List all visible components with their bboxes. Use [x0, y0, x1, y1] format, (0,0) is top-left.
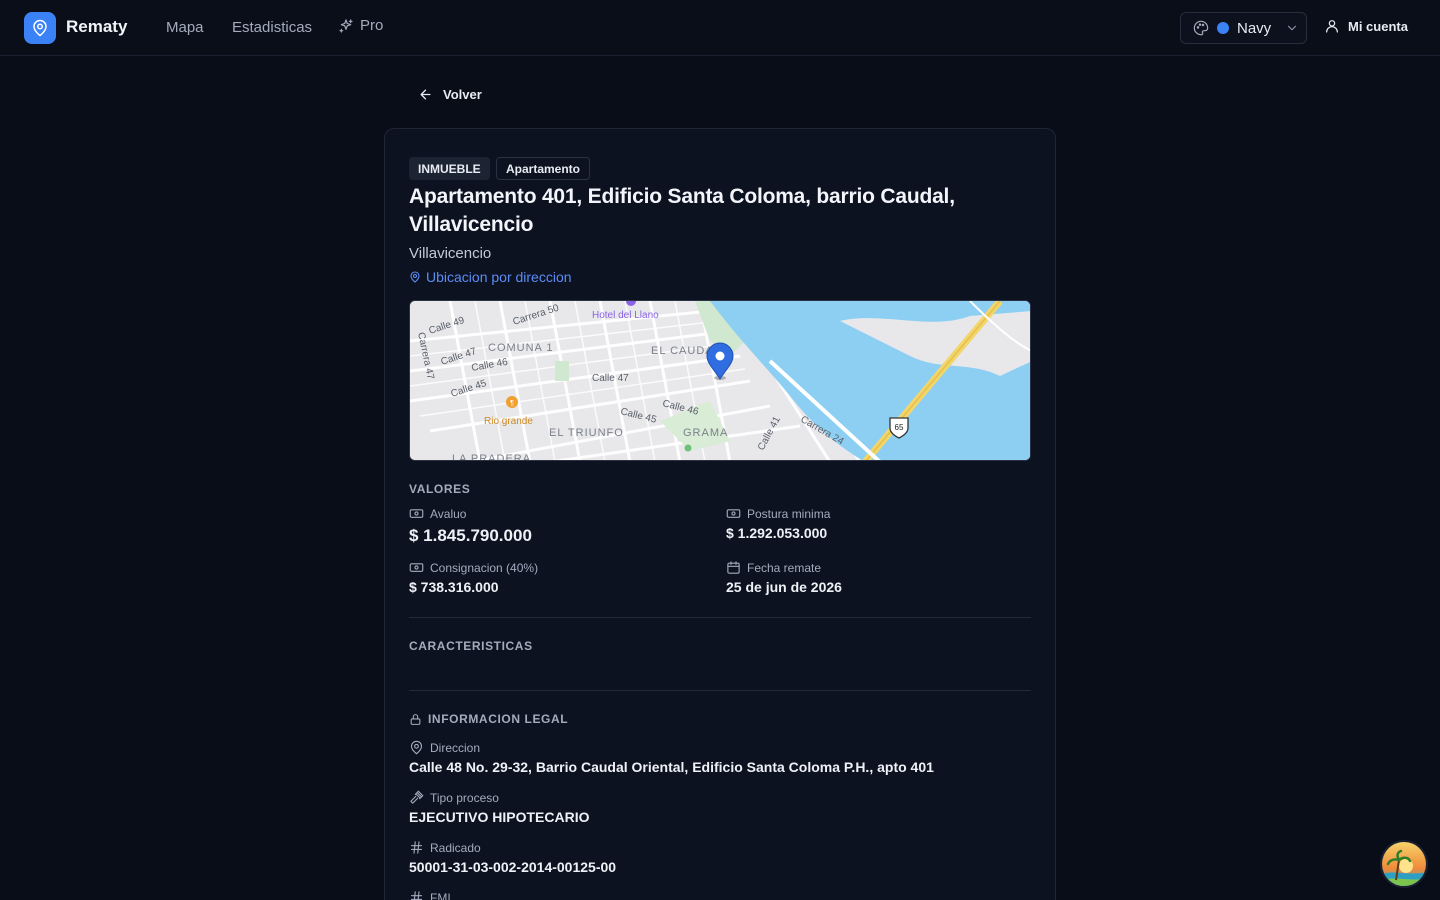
map-label-route: 65 [895, 423, 904, 432]
postura-label: Postura minima [726, 506, 830, 521]
radicado-label: Radicado [409, 840, 481, 855]
map-pin-icon [410, 740, 423, 755]
nav-link-estadisticas[interactable]: Estadisticas [232, 19, 312, 36]
location-link[interactable]: Ubicacion por direccion [409, 269, 572, 285]
badge-category: INMUEBLE [409, 157, 490, 180]
property-city: Villavicencio [409, 245, 492, 262]
calendar-icon [727, 561, 740, 574]
direccion-label: Direccion [409, 740, 480, 755]
property-map[interactable]: 65 ¶ Calle 49 Carrera 50 Carrera 47 Call… [409, 300, 1031, 461]
account-button[interactable]: Mi cuenta [1324, 18, 1408, 34]
beach-avatar-icon [1382, 842, 1426, 886]
theme-selector[interactable]: Navy [1180, 12, 1307, 44]
fecha-label-text: Fecha remate [747, 560, 822, 575]
map-pin-icon [410, 271, 420, 283]
badge-type: Apartamento [496, 157, 591, 180]
svg-text:¶: ¶ [510, 400, 514, 407]
tipo-proceso-value: EJECUTIVO HIPOTECARIO [409, 809, 590, 825]
gavel-icon [410, 790, 424, 804]
location-link-label: Ubicacion por direccion [426, 269, 572, 285]
fmi-label-text: FMI [430, 890, 451, 900]
chevron-down-icon [1288, 25, 1297, 31]
postura-value: $ 1.292.053.000 [726, 525, 828, 541]
caracteristicas-heading: CARACTERISTICAS [409, 639, 533, 653]
map-canvas[interactable]: 65 ¶ Calle 49 Carrera 50 Carrera 47 Call… [410, 301, 1031, 461]
map-label-calle-47b: Calle 47 [592, 373, 629, 384]
consignacion-value: $ 738.316.000 [409, 579, 499, 595]
direccion-value: Calle 48 No. 29-32, Barrio Caudal Orient… [409, 759, 934, 775]
direccion-label-text: Direccion [430, 740, 481, 755]
avaluo-label-text: Avaluo [430, 506, 467, 521]
legal-heading-text: INFORMACION LEGAL [428, 712, 569, 726]
property-detail-card: INMUEBLE Apartamento Apartamento 401, Ed… [384, 128, 1056, 900]
assistant-avatar[interactable] [1380, 840, 1428, 888]
banknote-icon [409, 563, 424, 572]
nav-link-pro-label: Pro [360, 17, 384, 34]
tipo-proceso-label: Tipo proceso [409, 790, 499, 805]
fmi-label: FMI [409, 890, 451, 900]
avaluo-label: Avaluo [409, 506, 466, 521]
consignacion-label-text: Consignacion (40%) [430, 560, 539, 575]
tipo-proceso-label-text: Tipo proceso [430, 790, 499, 805]
banknote-icon [409, 509, 424, 518]
map-label-hotel: Hotel del Llano [592, 310, 659, 321]
postura-label-text: Postura minima [747, 506, 831, 521]
hash-icon [410, 841, 423, 854]
nav-link-mapa[interactable]: Mapa [166, 19, 204, 36]
nav-link-pro[interactable]: Pro [338, 17, 383, 34]
map-label-el-triunfo: EL TRIUNFO [549, 427, 624, 439]
map-label-pradera: LA PRADERA [452, 453, 531, 461]
radicado-value: 50001-31-03-002-2014-00125-00 [409, 859, 617, 875]
logo[interactable] [24, 12, 56, 44]
property-title: Apartamento 401, Edificio Santa Coloma, … [409, 185, 955, 236]
divider [409, 690, 1031, 691]
theme-color-dot [1217, 22, 1229, 34]
map-label-rio-grande: Rio grande [484, 416, 533, 427]
map-label-grama: GRAMA [683, 427, 728, 439]
map-label-comuna: COMUNA 1 [488, 342, 553, 354]
sparkles-icon [339, 18, 353, 33]
brand-name[interactable]: Rematy [66, 17, 127, 37]
user-icon [1326, 20, 1338, 33]
fecha-label: Fecha remate [726, 560, 821, 575]
account-label: Mi cuenta [1348, 18, 1408, 34]
banknote-icon [726, 509, 741, 518]
avaluo-value: $ 1.845.790.000 [409, 526, 532, 545]
palette-icon [1193, 20, 1209, 36]
divider [409, 617, 1031, 618]
back-label: Volver [443, 87, 482, 102]
hash-icon [410, 891, 423, 900]
lock-icon [410, 713, 421, 725]
top-navbar: Rematy Mapa Estadisticas Pro Navy Mi cue… [0, 0, 1440, 56]
arrow-left-icon [420, 89, 431, 100]
legal-heading: INFORMACION LEGAL [409, 712, 568, 726]
fecha-value: 25 de jun de 2026 [726, 579, 842, 595]
consignacion-label: Consignacion (40%) [409, 560, 538, 575]
radicado-label-text: Radicado [430, 840, 481, 855]
values-heading: VALORES [409, 482, 471, 496]
back-button[interactable]: Volver [418, 87, 482, 102]
theme-label: Navy [1237, 19, 1272, 37]
map-pin-icon [33, 19, 47, 37]
